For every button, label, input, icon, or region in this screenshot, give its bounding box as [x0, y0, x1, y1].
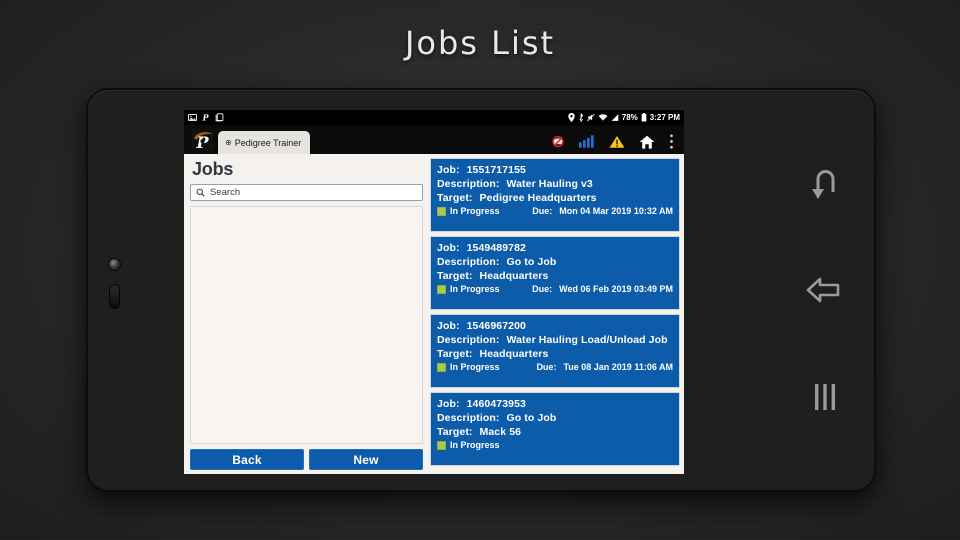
due-label: Due:	[532, 206, 553, 216]
due-label: Due:	[536, 362, 557, 372]
description-label: Description:	[437, 412, 500, 424]
target-label: Target:	[437, 192, 473, 204]
due-label: Due:	[532, 284, 553, 294]
description-value: Water Hauling v3	[506, 178, 593, 190]
svg-text:P: P	[202, 113, 210, 122]
status-label: In Progress	[450, 206, 500, 216]
target-value: Mack 56	[479, 426, 522, 438]
warning-triangle-icon[interactable]	[609, 135, 625, 149]
status-chip-icon	[437, 206, 446, 216]
description-label: Description:	[437, 256, 500, 268]
due-value: Tue 08 Jan 2019 11:06 AM	[563, 362, 673, 372]
status-badge: In Progress	[437, 362, 500, 372]
description-label: Description:	[437, 178, 500, 190]
wifi-icon	[598, 113, 608, 122]
browser-tab-pedigree-trainer[interactable]: ⊕ Pedigree Trainer	[218, 131, 311, 154]
due-row: Due: Tue 08 Jan 2019 11:06 AM	[536, 362, 673, 372]
job-value: 1551717155	[466, 164, 526, 176]
battery-percent: 78%	[621, 113, 638, 122]
due-row	[666, 440, 673, 450]
status-label: In Progress	[450, 362, 500, 372]
search-field-wrapper[interactable]	[190, 184, 423, 201]
job-card[interactable]: Job: 1551717155 Description: Water Hauling…	[430, 158, 680, 232]
page-title: Jobs List	[404, 24, 556, 62]
target-label: Target:	[437, 348, 473, 360]
job-value: 1546967200	[466, 320, 526, 332]
image-icon	[188, 113, 197, 122]
status-label: In Progress	[450, 284, 500, 294]
signal-icon	[611, 113, 619, 122]
due-value: Mon 04 Mar 2019 10:32 AM	[559, 206, 673, 216]
overflow-menu-icon[interactable]	[669, 134, 674, 149]
tab-label: Pedigree Trainer	[234, 137, 302, 148]
pedigree-logo-icon: P	[192, 129, 214, 151]
status-chip-icon	[437, 440, 446, 450]
new-button[interactable]: New	[309, 449, 423, 470]
recent-apps-icon[interactable]	[799, 264, 851, 316]
home-icon[interactable]	[639, 135, 655, 149]
status-time: 3:27 PM	[649, 113, 680, 122]
status-badge: In Progress	[437, 440, 500, 450]
job-label: Job:	[437, 242, 460, 254]
back-button[interactable]: Back	[190, 449, 304, 470]
search-input[interactable]	[210, 187, 417, 198]
status-badge: In Progress	[437, 284, 500, 294]
pedigree-p-icon: P	[202, 113, 210, 122]
due-row: Due: Mon 04 Mar 2019 10:32 AM	[532, 206, 673, 216]
job-value: 1460473953	[466, 398, 526, 410]
device-screen: P 78% 3:27 PM ⊕ Pedigree Trainer Jobs Se…	[184, 110, 684, 474]
target-label: Target:	[437, 426, 473, 438]
description-label: Description:	[437, 334, 500, 346]
app-content: Jobs Back New Job:1551717155 Descr	[184, 154, 684, 474]
globe-icon: ⊕	[225, 137, 232, 147]
jobs-left-panel: Jobs Back New	[188, 158, 425, 470]
target-value: Headquarters	[479, 270, 549, 282]
no-entry-icon[interactable]	[551, 135, 565, 149]
status-badge: In Progress	[437, 206, 500, 216]
signal-bars-icon[interactable]	[579, 135, 595, 148]
job-card[interactable]: Job: 1549489782 Description: Go to Job Tar…	[430, 236, 680, 310]
device-side-button[interactable]	[109, 284, 120, 309]
copy-icon	[215, 113, 224, 122]
job-label: Job:	[437, 398, 460, 410]
description-value: Go to Job	[506, 256, 557, 268]
status-chip-icon	[437, 284, 446, 294]
camera-icon	[108, 258, 121, 271]
back-arrow-icon[interactable]	[799, 157, 851, 209]
due-row: Due: Wed 06 Feb 2019 03:49 PM	[532, 284, 673, 294]
mute-icon	[587, 113, 595, 122]
job-cards-panel: Job: 1551717155 Description: Water Hauling…	[430, 158, 680, 470]
description-value: Go to Job	[506, 412, 557, 424]
job-card[interactable]: Job: 1546967200 Description: Water Hauling…	[430, 314, 680, 388]
jobs-list-empty-area[interactable]	[190, 206, 423, 444]
job-value: 1549489782	[466, 242, 526, 254]
status-label: In Progress	[450, 440, 500, 450]
menu-bars-icon[interactable]	[799, 371, 851, 423]
target-label: Target:	[437, 270, 473, 282]
battery-icon	[641, 113, 647, 122]
job-label: Job:	[437, 320, 460, 332]
tablet-device: P 78% 3:27 PM ⊕ Pedigree Trainer Jobs Se…	[86, 88, 876, 492]
job-label: Job:	[437, 164, 460, 176]
panel-button-row: Back New	[190, 449, 423, 470]
target-value: Headquarters	[479, 348, 549, 360]
description-value: Water Hauling Load/Unload Job	[506, 334, 668, 346]
due-value: Wed 06 Feb 2019 03:49 PM	[559, 284, 673, 294]
search-icon	[196, 188, 205, 197]
jobs-panel-title: Jobs	[192, 159, 234, 179]
app-bar: P ⊕ Pedigree Trainer	[184, 125, 684, 154]
status-bar: P 78% 3:27 PM	[184, 110, 684, 125]
bluetooth-icon	[578, 113, 584, 122]
target-value: Pedigree Headquarters	[479, 192, 597, 204]
status-chip-icon	[437, 362, 446, 372]
location-pin-icon	[568, 113, 575, 122]
android-nav-bar	[776, 90, 874, 490]
job-card[interactable]: Job: 1460473953 Description: Go to Job Tar…	[430, 392, 680, 466]
